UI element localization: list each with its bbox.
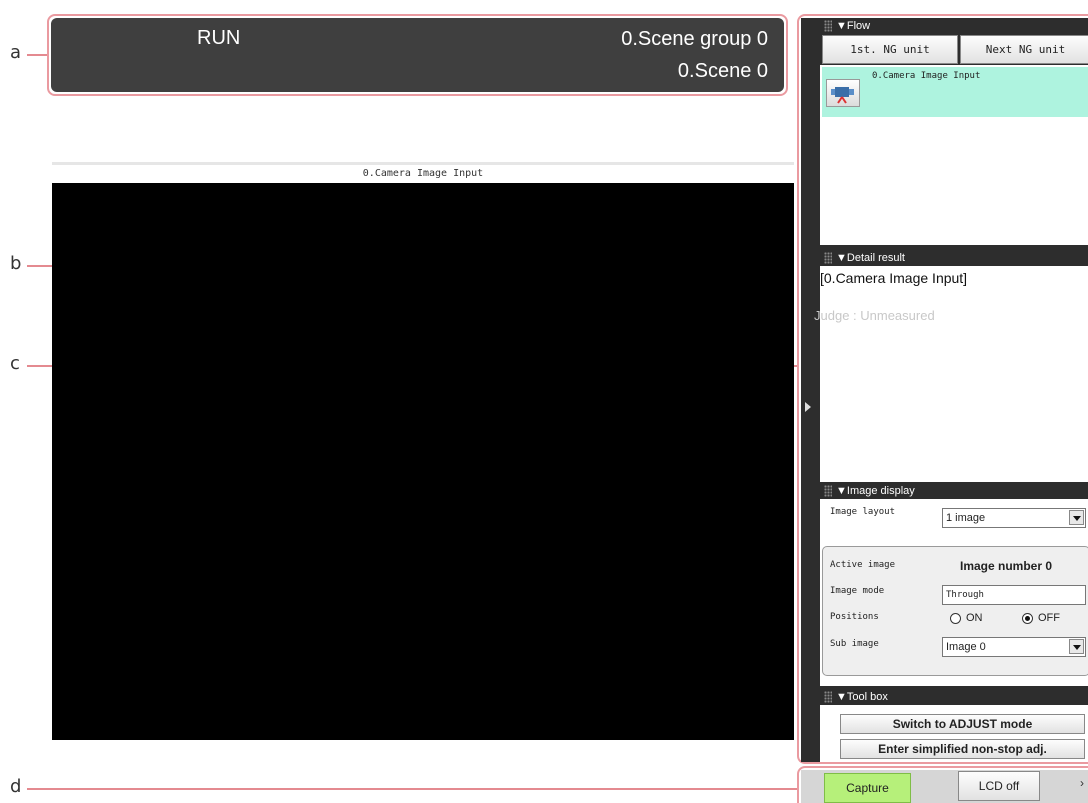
positions-off-label: OFF — [1038, 612, 1060, 624]
panel-collapse-strip[interactable] — [801, 18, 819, 762]
callout-line-d — [27, 788, 797, 790]
next-ng-unit-button[interactable]: Next NG unit — [960, 35, 1088, 64]
lcd-off-button[interactable]: LCD off — [958, 771, 1040, 801]
sub-image-select[interactable]: Image 0 — [942, 637, 1086, 657]
detail-section-header[interactable]: ▼Detail result — [820, 250, 1088, 266]
status-bar: RUN 0.Scene group 0 0.Scene 0 — [51, 18, 784, 92]
nonstop-adjust-button[interactable]: Enter simplified non-stop adj. — [840, 739, 1085, 759]
toolbox-header-label: ▼Tool box — [836, 691, 888, 703]
image-mode-value: Through — [946, 590, 984, 600]
sub-image-value: Image 0 — [946, 641, 986, 653]
mode-indicator: RUN — [197, 27, 241, 49]
switch-adjust-mode-button[interactable]: Switch to ADJUST mode — [840, 714, 1085, 734]
callout-line-a — [27, 54, 47, 56]
collapse-arrow-icon[interactable] — [805, 402, 811, 412]
detail-judge-text: Judge : Unmeasured — [814, 308, 935, 323]
grip-icon — [824, 691, 832, 703]
dropdown-arrow-icon[interactable] — [1069, 639, 1084, 654]
flow-header-label: ▼Flow — [836, 20, 871, 32]
dropdown-arrow-icon[interactable] — [1069, 510, 1084, 525]
scene-group-label: 0.Scene group 0 — [621, 28, 768, 50]
image-display-section-header[interactable]: ▼Image display — [820, 483, 1088, 499]
flow-section-header[interactable]: ▼Flow — [820, 18, 1088, 34]
detail-unit-title: [0.Camera Image Input] — [820, 270, 968, 286]
callout-c: c — [10, 353, 20, 374]
sub-image-label: Sub image — [830, 639, 879, 649]
positions-on-radio[interactable] — [950, 613, 961, 624]
positions-label: Positions — [830, 612, 879, 622]
image-layout-label: Image layout — [830, 507, 896, 517]
camera-icon-glyph — [831, 87, 854, 104]
image-pane-divider — [52, 162, 794, 165]
callout-b: b — [10, 253, 22, 274]
more-icon[interactable]: › — [1080, 776, 1084, 790]
positions-on-label: ON — [966, 612, 983, 624]
image-display-header-label: ▼Image display — [836, 485, 915, 497]
active-image-label: Active image — [830, 560, 896, 570]
grip-icon — [824, 252, 832, 264]
callout-d: d — [10, 776, 22, 797]
capture-button[interactable]: Capture — [824, 773, 911, 803]
first-ng-unit-button[interactable]: 1st. NG unit — [822, 35, 958, 64]
camera-image-canvas[interactable] — [52, 183, 794, 740]
image-mode-label: Image mode — [830, 586, 885, 596]
active-image-value: Image number 0 — [960, 559, 1053, 573]
grip-icon — [824, 20, 832, 32]
toolbox-section-header[interactable]: ▼Tool box — [820, 689, 1088, 705]
image-layout-select[interactable]: 1 image — [942, 508, 1086, 528]
image-layout-value: 1 image — [946, 512, 986, 524]
scene-label: 0.Scene 0 — [677, 60, 768, 82]
callout-a: a — [10, 42, 22, 63]
image-pane-title: 0.Camera Image Input — [362, 168, 484, 179]
detail-result-area — [820, 266, 1088, 482]
positions-off-radio[interactable] — [1022, 613, 1033, 624]
grip-icon — [824, 485, 832, 497]
detail-header-label: ▼Detail result — [836, 252, 905, 264]
camera-icon — [826, 79, 860, 107]
image-mode-field[interactable]: Through — [942, 585, 1086, 605]
flow-item-label: 0.Camera Image Input — [872, 71, 981, 81]
